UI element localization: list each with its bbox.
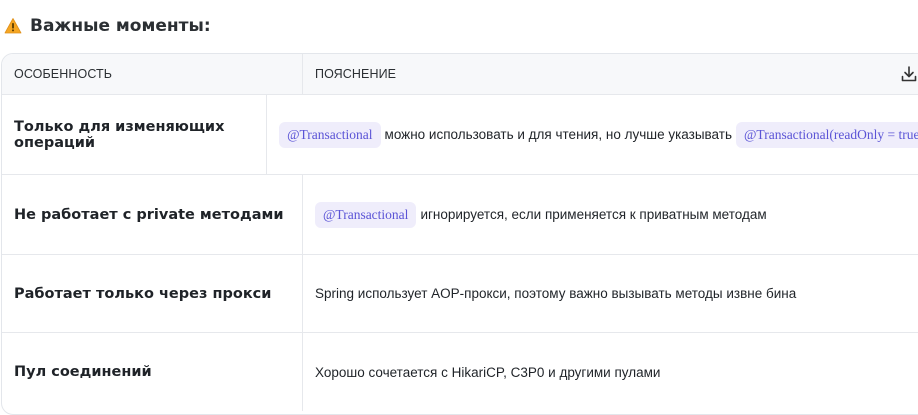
code-snippet: @Transactional(readOnly = true): [736, 121, 918, 148]
download-icon[interactable]: [899, 64, 918, 84]
feature-cell: Только для изменяющих операций: [14, 118, 225, 151]
table-header-row: ОСОБЕННОСТЬ ПОЯСНЕНИЕ: [2, 54, 918, 95]
code-snippet: @Transactional: [279, 121, 381, 148]
feature-cell: Работает только через прокси: [14, 285, 272, 302]
section-heading-text: Важные моменты:: [30, 16, 211, 36]
table-row: Только для изменяющих операций @Transact…: [2, 95, 918, 175]
explanation-text: Spring использует AOP-прокси, поэтому ва…: [315, 286, 797, 301]
features-table: ОСОБЕННОСТЬ ПОЯСНЕНИЕ Только для изменяю…: [1, 53, 918, 415]
explanation-text: игнорируется, если применяется к приватн…: [420, 207, 767, 222]
section-heading: Важные моменты:: [4, 14, 211, 38]
explanation-text: Хорошо сочетается с HikariCP, C3P0 и дру…: [315, 364, 661, 380]
table-row: Не работает с private методами @Transact…: [2, 175, 918, 255]
column-header-feature: ОСОБЕННОСТЬ: [14, 67, 113, 81]
feature-cell: Пул соединений: [14, 364, 152, 380]
table-row: Работает только через прокси Spring испо…: [2, 255, 918, 333]
column-header-explanation: ПОЯСНЕНИЕ: [315, 67, 397, 81]
warning-icon: [4, 18, 22, 34]
feature-cell: Не работает с private методами: [14, 206, 284, 223]
code-snippet: @Transactional: [315, 201, 417, 228]
explanation-text: можно использовать и для чтения, но лучш…: [384, 127, 732, 142]
table-row: Пул соединений Хорошо сочетается с Hikar…: [2, 333, 918, 411]
